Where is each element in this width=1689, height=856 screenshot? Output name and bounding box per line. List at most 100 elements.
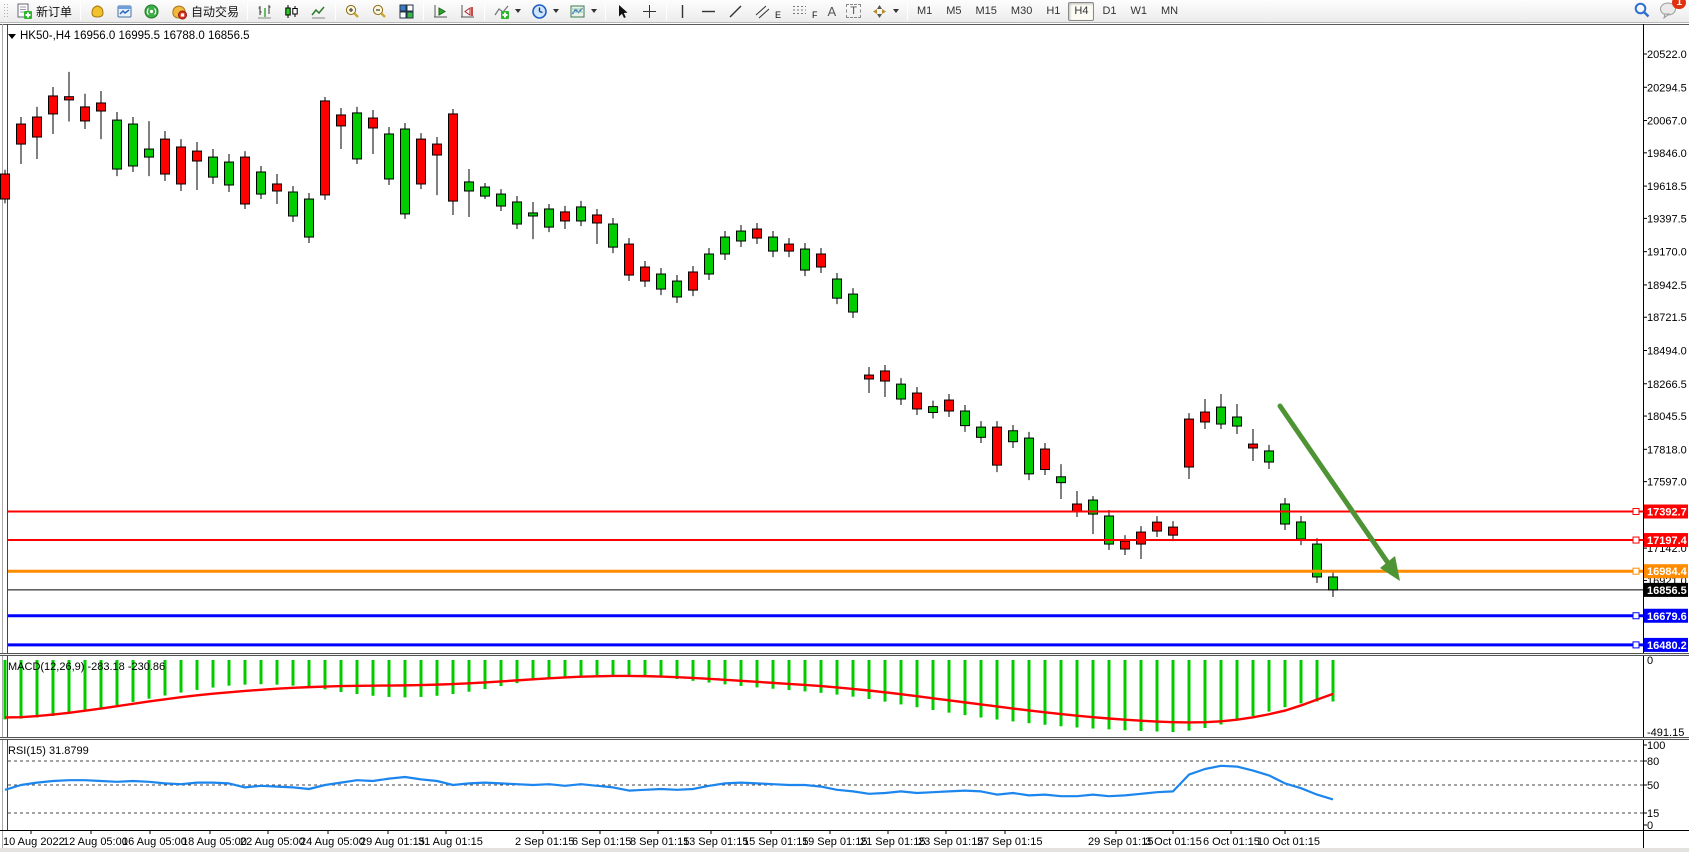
timeframe-button-D1[interactable]: D1 — [1096, 2, 1122, 21]
candle — [1153, 522, 1162, 531]
price-line-label: 16679.6 — [1647, 611, 1687, 623]
line-chart-icon — [310, 3, 327, 20]
new-order-button[interactable]: 新订单 — [11, 1, 77, 21]
periods-dropdown-arrow-icon[interactable] — [553, 9, 559, 13]
candle — [1041, 449, 1050, 469]
candle — [785, 244, 794, 251]
time-axis-label: 29 Aug 01:15 — [360, 836, 425, 848]
candle — [369, 118, 378, 128]
bar-chart-mode-button[interactable] — [251, 1, 278, 21]
auto-scroll-icon — [432, 3, 449, 20]
indicators-dropdown-arrow-icon[interactable] — [515, 9, 521, 13]
candle — [1137, 532, 1146, 544]
toolbar-separator — [605, 2, 606, 20]
timeframe-button-M1[interactable]: M1 — [911, 2, 938, 21]
candle — [1217, 407, 1226, 424]
channel-tool-button[interactable]: E — [749, 1, 786, 21]
chart-collapse-arrow-icon[interactable] — [8, 34, 16, 39]
candle — [1185, 419, 1194, 467]
candle — [1025, 438, 1034, 474]
chart-shift-button[interactable] — [454, 1, 481, 21]
candle — [753, 229, 762, 238]
line-chart-mode-button[interactable] — [305, 1, 332, 21]
candle — [17, 124, 26, 144]
zoom-in-button[interactable] — [339, 1, 366, 21]
candle — [225, 162, 234, 185]
candle — [609, 224, 618, 247]
candle — [401, 129, 410, 214]
line-handle[interactable] — [1633, 509, 1639, 515]
text-label-tool-button[interactable]: T — [841, 1, 866, 21]
auto-scroll-button[interactable] — [427, 1, 454, 21]
line-handle[interactable] — [1633, 568, 1639, 574]
candle — [385, 134, 394, 179]
clock-icon — [531, 3, 548, 20]
auto-trading-button[interactable]: 自动交易 — [165, 1, 244, 21]
toolbar-separator — [907, 2, 908, 20]
periods-button[interactable] — [526, 1, 564, 21]
strategy-signal-button[interactable] — [138, 1, 165, 21]
time-axis-label: 10 Oct 01:15 — [1257, 836, 1320, 848]
line-handle[interactable] — [1633, 537, 1639, 543]
cursor-tool-button[interactable] — [609, 1, 636, 21]
candle — [1121, 541, 1130, 549]
candlestick-icon — [283, 3, 300, 20]
arrows-tool-button[interactable] — [866, 1, 904, 21]
candle — [161, 139, 170, 174]
price-line-label: 17392.7 — [1647, 507, 1687, 519]
candle — [193, 151, 202, 161]
arrows-dropdown-arrow-icon[interactable] — [893, 9, 899, 13]
candle — [513, 202, 522, 224]
time-axis-label: 16 Aug 05:00 — [122, 836, 187, 848]
timeframe-button-W1[interactable]: W1 — [1125, 2, 1154, 21]
candle — [1057, 477, 1066, 483]
fibonacci-tool-button[interactable]: F — [786, 1, 823, 21]
candle — [1169, 527, 1178, 535]
time-axis-label: 31 Aug 01:15 — [418, 836, 483, 848]
horizontal-line-tool-button[interactable] — [695, 1, 722, 21]
timeframe-button-H4[interactable]: H4 — [1068, 2, 1094, 21]
rsi-indicator-label: RSI(15) 31.8799 — [8, 745, 89, 757]
time-axis-label: 6 Sep 01:15 — [572, 836, 631, 848]
notifications-button[interactable]: 1 — [1659, 1, 1679, 22]
arrows-icon — [871, 3, 888, 20]
chart-canvas[interactable]: 0-491.15100805015020522.020294.520067.01… — [0, 24, 1689, 852]
zoom-out-button[interactable] — [366, 1, 393, 21]
candle — [705, 254, 714, 274]
data-window-button[interactable] — [111, 1, 138, 21]
time-axis-label: 23 Sep 01:15 — [918, 836, 983, 848]
line-handle[interactable] — [1633, 642, 1639, 648]
vertical-line-tool-button[interactable] — [670, 1, 695, 21]
text-tool-button[interactable]: A — [823, 1, 842, 21]
candle — [625, 244, 634, 275]
candle — [33, 117, 42, 137]
candle — [1233, 417, 1242, 426]
timeframe-button-M15[interactable]: M15 — [970, 2, 1003, 21]
chart-title: HK50-,H4 16956.0 16995.5 16788.0 16856.5 — [20, 30, 250, 42]
search-icon[interactable] — [1633, 1, 1651, 22]
crosshair-tool-button[interactable] — [636, 1, 663, 21]
fibo-letter: F — [812, 10, 818, 20]
templates-dropdown-arrow-icon[interactable] — [591, 9, 597, 13]
candle — [1201, 412, 1210, 422]
price-axis-label: 20294.5 — [1647, 82, 1687, 94]
timeframe-button-M5[interactable]: M5 — [940, 2, 967, 21]
candle — [65, 97, 74, 100]
trendline-tool-button[interactable] — [722, 1, 749, 21]
candle — [257, 172, 266, 194]
candle — [1, 174, 10, 199]
price-axis-label: 18942.5 — [1647, 280, 1687, 292]
timeframe-button-M30[interactable]: M30 — [1005, 2, 1038, 21]
time-axis-label: 15 Sep 01:15 — [743, 836, 808, 848]
candle — [849, 294, 858, 312]
templates-button[interactable] — [564, 1, 602, 21]
tile-windows-button[interactable] — [393, 1, 420, 21]
timeframe-button-MN[interactable]: MN — [1155, 2, 1184, 21]
indicators-button[interactable] — [488, 1, 526, 21]
toolbar-grip[interactable] — [3, 3, 8, 19]
candlestick-mode-button[interactable] — [278, 1, 305, 21]
market-watch-button[interactable] — [84, 1, 111, 21]
candle — [433, 144, 442, 155]
line-handle[interactable] — [1633, 613, 1639, 619]
timeframe-button-H1[interactable]: H1 — [1040, 2, 1066, 21]
